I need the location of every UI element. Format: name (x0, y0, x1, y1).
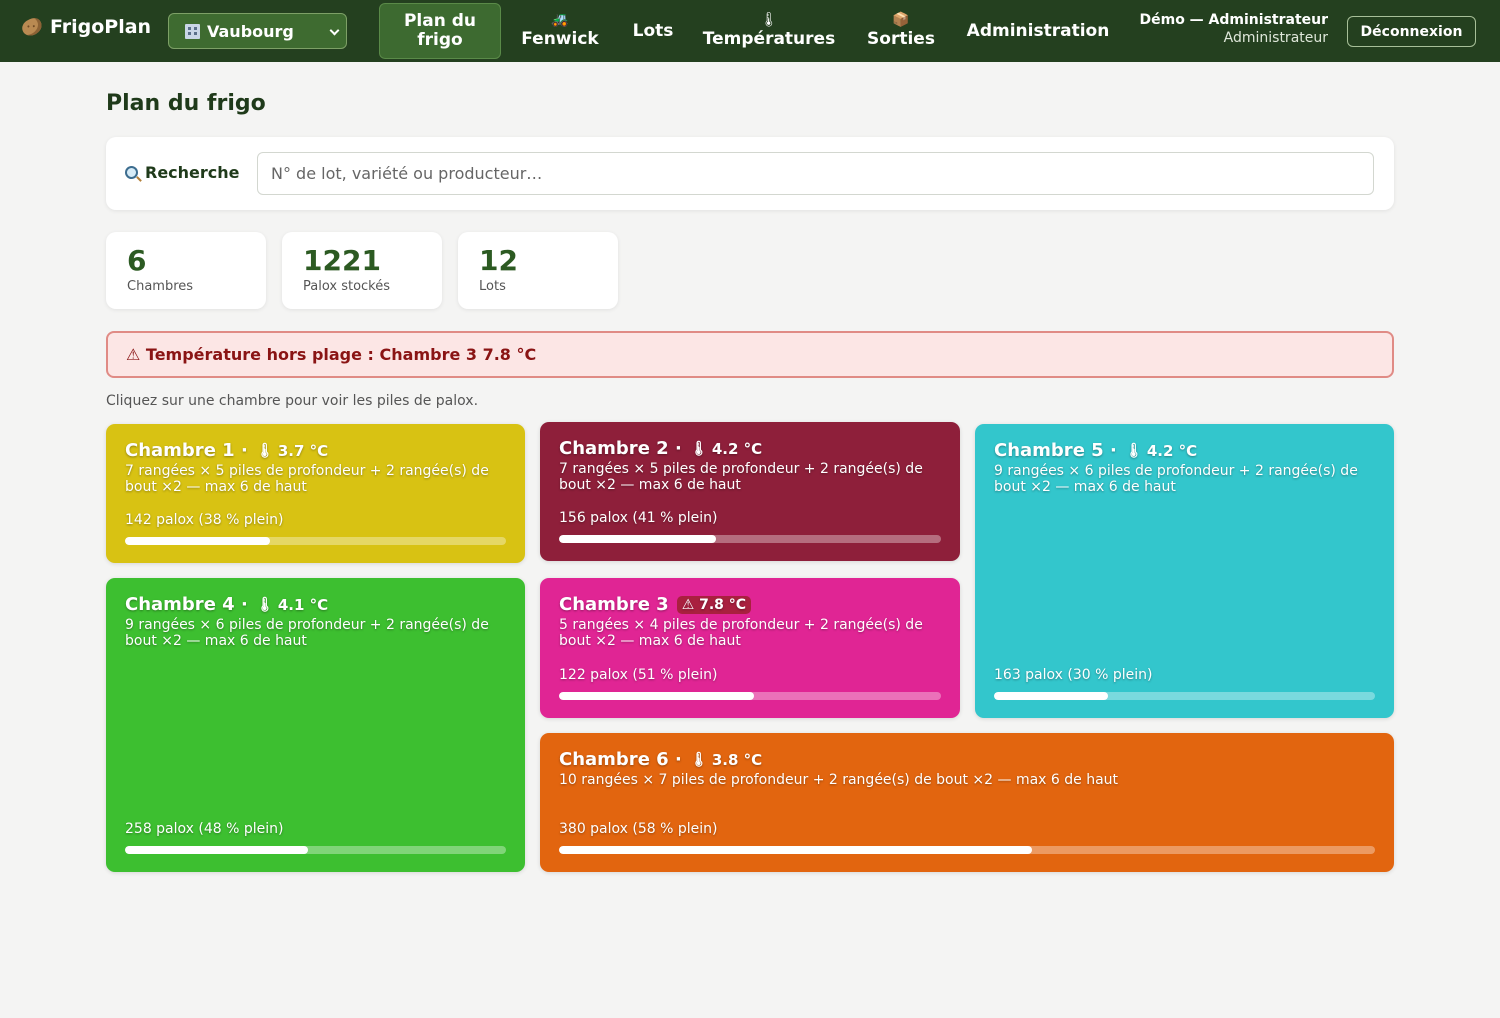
package-icon: 📦 (892, 12, 910, 28)
fill-bar (559, 535, 941, 543)
nav-label: Plan du frigo (403, 11, 477, 50)
chamber-count: 163 palox (30 % plein) (994, 667, 1153, 683)
fill-bar (994, 692, 1375, 700)
chamber-desc: 7 rangées × 5 piles de profondeur + 2 ra… (559, 461, 923, 493)
fill-bar-value (559, 535, 716, 543)
chamber-desc: 9 rangées × 6 piles de profondeur + 2 ra… (994, 463, 1358, 495)
thermometer-icon: 🌡 (760, 12, 778, 28)
stat-value: 1221 (303, 244, 381, 277)
search-card: Recherche (106, 137, 1394, 210)
fill-bar-value (994, 692, 1109, 700)
chamber-name: Chambre 6 (559, 749, 669, 770)
fill-bar-value (559, 692, 754, 700)
chamber-desc: 10 rangées × 7 piles de profondeur + 2 r… (559, 772, 1119, 788)
app-name: FrigoPlan (50, 16, 152, 38)
chamber-count: 258 palox (48 % plein) (125, 821, 284, 837)
thermometer-icon: 🌡 (690, 752, 708, 768)
chamber-name: Chambre 5 (994, 440, 1104, 461)
chamber-name: Chambre 4 (125, 594, 235, 615)
nav-sorties[interactable]: 📦 Sorties (856, 0, 946, 62)
chamber-temp: 3.8 °C (711, 751, 763, 769)
building-icon (185, 23, 200, 39)
nav-label: Lots (632, 20, 674, 41)
stat-value: 12 (479, 244, 518, 277)
stat-card-chambres: 6 Chambres (106, 232, 266, 309)
chamber-card-2[interactable]: Chambre 2 · 🌡 4.2 °C 7 rangées × 5 piles… (540, 422, 960, 561)
fill-bar (559, 692, 941, 700)
chamber-count: 380 palox (58 % plein) (559, 821, 718, 837)
logout-button[interactable]: Déconnexion (1347, 16, 1476, 47)
temperature-alert: ⚠ Température hors plage : Chambre 3 7.8… (106, 331, 1394, 378)
nav-label: Sorties (867, 29, 935, 49)
chamber-desc: 5 rangées × 4 piles de profondeur + 2 ra… (559, 617, 923, 649)
potato-icon (19, 15, 45, 39)
chamber-desc: 9 rangées × 6 piles de profondeur + 2 ra… (125, 617, 489, 649)
fill-bar-value (125, 846, 308, 854)
chamber-card-5[interactable]: Chambre 5 · 🌡 4.2 °C 9 rangées × 6 piles… (975, 424, 1394, 718)
nav-temperatures[interactable]: 🌡 Températures (696, 0, 842, 62)
chamber-card-4[interactable]: Chambre 4 · 🌡 4.1 °C 9 rangées × 6 piles… (106, 578, 525, 872)
brand-logo[interactable]: FrigoPlan (19, 15, 152, 39)
nav-label: Administration (966, 20, 1110, 41)
nav-fenwick[interactable]: 🚜 Fenwick (508, 0, 612, 62)
chamber-card-3[interactable]: Chambre 3 ⚠ 7.8 °C 5 rangées × 4 piles d… (540, 578, 960, 718)
chamber-temp: 3.7 °C (277, 442, 329, 460)
chamber-temp: 4.1 °C (277, 596, 329, 614)
nav-label: Températures (702, 29, 836, 49)
search-input[interactable] (257, 152, 1374, 195)
chamber-name: Chambre 3 (559, 594, 669, 615)
chamber-temp: 4.2 °C (711, 440, 763, 458)
chamber-card-6[interactable]: Chambre 6 · 🌡 3.8 °C 10 rangées × 7 pile… (540, 733, 1394, 872)
stat-label: Chambres (127, 279, 194, 294)
chamber-title: Chambre 4 · 🌡 4.1 °C (125, 594, 329, 615)
site-select-value: Vaubourg (207, 21, 294, 41)
thermometer-icon: 🌡 (1125, 443, 1143, 459)
chamber-title: Chambre 3 ⚠ 7.8 °C (559, 594, 941, 616)
chevron-down-icon (329, 25, 340, 36)
top-navbar: FrigoPlan Vaubourg Plan du frigo 🚜 Fenwi… (0, 0, 1500, 62)
site-select[interactable]: Vaubourg (168, 13, 347, 49)
nav-lots[interactable]: Lots (620, 0, 686, 62)
temp-warning-badge: ⚠ 7.8 °C (676, 596, 752, 614)
chamber-count: 156 palox (41 % plein) (559, 510, 718, 526)
fill-bar (125, 537, 506, 545)
chamber-name: Chambre 1 (125, 440, 235, 461)
chamber-temp: 7.8 °C (699, 597, 747, 613)
thermometer-icon: 🌡 (690, 441, 708, 457)
user-name: Démo — Administrateur (1139, 12, 1328, 28)
chamber-card-1[interactable]: Chambre 1 · 🌡 3.7 °C 7 rangées × 5 piles… (106, 424, 525, 563)
chamber-title: Chambre 5 · 🌡 4.2 °C (994, 440, 1198, 461)
fill-bar-value (559, 846, 1033, 854)
fill-bar-value (125, 537, 270, 545)
fill-bar (559, 846, 1375, 854)
thermometer-icon: 🌡 (256, 597, 274, 613)
chamber-count: 142 palox (38 % plein) (125, 512, 284, 528)
stat-value: 6 (127, 244, 147, 277)
tractor-icon: 🚜 (551, 12, 569, 28)
search-label: Recherche (125, 163, 240, 182)
warning-icon: ⚠ (681, 597, 695, 613)
chamber-temp: 4.2 °C (1146, 442, 1198, 460)
nav-administration[interactable]: Administration (958, 0, 1118, 62)
stat-card-palox: 1221 Palox stockés (282, 232, 442, 309)
chamber-title: Chambre 2 · 🌡 4.2 °C (559, 438, 763, 459)
stat-card-lots: 12 Lots (458, 232, 618, 309)
search-label-text: Recherche (145, 163, 240, 182)
stat-label: Lots (479, 279, 506, 294)
chamber-count: 122 palox (51 % plein) (559, 667, 718, 683)
page-title: Plan du frigo (106, 91, 266, 116)
chamber-title: Chambre 1 · 🌡 3.7 °C (125, 440, 329, 461)
chamber-desc: 7 rangées × 5 piles de profondeur + 2 ra… (125, 463, 489, 495)
chamber-name: Chambre 2 (559, 438, 669, 459)
search-icon (125, 166, 138, 179)
thermometer-icon: 🌡 (256, 443, 274, 459)
hint-text: Cliquez sur une chambre pour voir les pi… (106, 393, 479, 409)
user-role: Administrateur (1223, 30, 1328, 46)
nav-plan-du-frigo[interactable]: Plan du frigo (379, 3, 501, 59)
nav-label: Fenwick (521, 29, 599, 49)
fill-bar (125, 846, 506, 854)
user-info: Démo — Administrateur Administrateur (1139, 11, 1328, 47)
chamber-title: Chambre 6 · 🌡 3.8 °C (559, 749, 763, 770)
stat-label: Palox stockés (303, 279, 391, 294)
